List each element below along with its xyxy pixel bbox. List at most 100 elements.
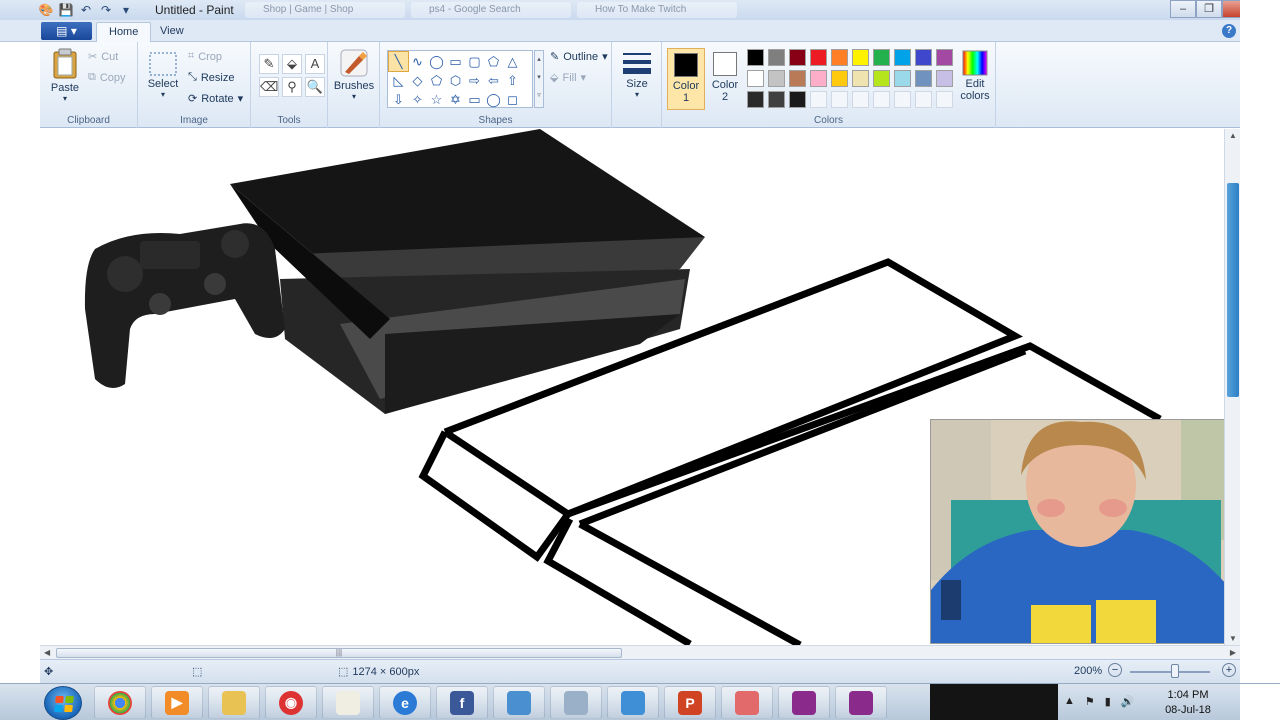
palette-color-swatch[interactable]: [747, 49, 764, 66]
shapes-scroll-icon[interactable]: ▴ ▾ ▿: [534, 50, 544, 108]
zoom-slider-handle[interactable]: [1171, 664, 1179, 678]
start-button[interactable]: [44, 686, 82, 720]
palette-color-swatch[interactable]: [768, 70, 785, 87]
taskbar-snipping-tool-button[interactable]: [721, 686, 773, 719]
palette-custom-slot[interactable]: [936, 91, 953, 108]
maximize-button[interactable]: ❐: [1196, 0, 1222, 18]
zoom-out-button[interactable]: −: [1108, 663, 1122, 677]
color-picker-icon[interactable]: ⚲: [282, 77, 302, 97]
pentagon-shape-icon[interactable]: ⬠: [427, 71, 446, 90]
color2-selector[interactable]: Color 2: [706, 48, 744, 110]
customize-qat-icon[interactable]: ▾: [118, 2, 134, 18]
taskbar-meeting-app-1-button[interactable]: [778, 686, 830, 719]
help-icon[interactable]: ?: [1222, 24, 1236, 38]
magnifier-icon[interactable]: 🔍: [305, 77, 325, 97]
paste-button[interactable]: Paste ▾: [48, 48, 82, 103]
palette-color-swatch[interactable]: [894, 49, 911, 66]
palette-custom-slot[interactable]: [810, 91, 827, 108]
taskbar-powerpoint-button[interactable]: P: [664, 686, 716, 719]
taskbar-chrome-button[interactable]: [94, 686, 146, 719]
clock[interactable]: 1:04 PM 08-Jul-18: [1150, 688, 1226, 718]
cloud-callout-shape-icon[interactable]: ◻: [503, 90, 522, 109]
taskbar-media-player-button[interactable]: ▶: [151, 686, 203, 719]
palette-color-swatch[interactable]: [831, 70, 848, 87]
size-button[interactable]: Size ▾: [618, 50, 656, 99]
undo-icon[interactable]: ↶: [78, 2, 94, 18]
resize-button[interactable]: ⤡ Resize: [188, 71, 234, 84]
palette-color-swatch[interactable]: [747, 70, 764, 87]
horizontal-scrollbar[interactable]: ◀ ||| ▶: [40, 645, 1240, 659]
copy-button[interactable]: ⧉ Copy: [88, 71, 126, 84]
horizontal-scroll-thumb[interactable]: |||: [56, 648, 622, 658]
polygon-shape-icon[interactable]: ⬠: [484, 52, 503, 71]
vertical-scroll-thumb[interactable]: [1227, 183, 1239, 397]
scroll-down-arrow-icon[interactable]: ▼: [1229, 634, 1237, 643]
taskbar-facebook-button[interactable]: f: [436, 686, 488, 719]
pencil-icon[interactable]: ✎: [259, 54, 279, 74]
palette-custom-slot[interactable]: [915, 91, 932, 108]
rectangle-shape-icon[interactable]: ▭: [446, 52, 465, 71]
show-hidden-icons-icon[interactable]: ▲: [1064, 695, 1075, 708]
brushes-button[interactable]: Brushes ▾: [332, 48, 376, 101]
action-center-flag-icon[interactable]: ⚑: [1085, 695, 1095, 708]
eraser-icon[interactable]: ⌫: [259, 77, 279, 97]
palette-color-swatch[interactable]: [810, 49, 827, 66]
four-point-star-shape-icon[interactable]: ✧: [408, 90, 427, 109]
palette-custom-slot[interactable]: [873, 91, 890, 108]
palette-custom-slot[interactable]: [894, 91, 911, 108]
taskbar-calculator-button[interactable]: [550, 686, 602, 719]
tab-view[interactable]: View: [148, 22, 196, 43]
taskbar-file-explorer-button[interactable]: [208, 686, 260, 719]
paint-app-icon[interactable]: 🎨: [38, 2, 54, 18]
triangle-shape-icon[interactable]: △: [503, 52, 522, 71]
palette-color-swatch[interactable]: [747, 91, 764, 108]
palette-color-swatch[interactable]: [768, 91, 785, 108]
taskbar-meeting-app-2-button[interactable]: [835, 686, 887, 719]
zoom-slider-track[interactable]: [1130, 671, 1210, 673]
scroll-left-arrow-icon[interactable]: ◀: [44, 648, 50, 657]
palette-color-swatch[interactable]: [852, 70, 869, 87]
scroll-up-arrow-icon[interactable]: ▲: [1229, 131, 1237, 140]
fill-bucket-icon[interactable]: ⬙: [282, 54, 302, 74]
taskbar-photo-viewer-button[interactable]: [607, 686, 659, 719]
diamond-shape-icon[interactable]: ◇: [408, 71, 427, 90]
paint-menu-button[interactable]: ▤ ▾: [41, 22, 92, 40]
save-icon[interactable]: 💾: [58, 2, 74, 18]
select-button[interactable]: Select ▾: [146, 52, 180, 99]
cut-button[interactable]: ✂ Cut: [88, 50, 118, 64]
palette-color-swatch[interactable]: [789, 70, 806, 87]
crop-button[interactable]: ⌗ Crop: [188, 50, 222, 63]
taskbar-paint-button[interactable]: [322, 686, 374, 719]
palette-color-swatch[interactable]: [831, 49, 848, 66]
outline-button[interactable]: ✎ Outline ▾: [550, 50, 608, 64]
scroll-right-arrow-icon[interactable]: ▶: [1230, 648, 1236, 657]
oval-shape-icon[interactable]: ◯: [427, 52, 446, 71]
redo-icon[interactable]: ↷: [98, 2, 114, 18]
palette-color-swatch[interactable]: [915, 49, 932, 66]
palette-color-swatch[interactable]: [873, 70, 890, 87]
volume-icon[interactable]: 🔊: [1121, 695, 1135, 708]
palette-color-swatch[interactable]: [915, 70, 932, 87]
palette-color-swatch[interactable]: [852, 49, 869, 66]
rotate-button[interactable]: ⟳ Rotate ▾: [188, 92, 243, 106]
network-icon[interactable]: ▮: [1105, 695, 1111, 708]
tab-home[interactable]: Home: [96, 22, 152, 43]
zoom-in-button[interactable]: +: [1222, 663, 1236, 677]
vertical-scrollbar[interactable]: ▲ ▼: [1224, 129, 1240, 645]
taskbar-control-panel-button[interactable]: [493, 686, 545, 719]
palette-color-swatch[interactable]: [810, 70, 827, 87]
palette-color-swatch[interactable]: [936, 49, 953, 66]
palette-color-swatch[interactable]: [873, 49, 890, 66]
edit-colors-button[interactable]: Edit colors: [955, 50, 995, 102]
right-arrow-shape-icon[interactable]: ⇨: [465, 71, 484, 90]
right-triangle-shape-icon[interactable]: ◺: [389, 71, 408, 90]
fill-button[interactable]: ⬙ Fill ▾: [550, 71, 586, 85]
minimize-button[interactable]: –: [1170, 0, 1196, 18]
show-desktop-button[interactable]: [1240, 684, 1280, 720]
down-arrow-shape-icon[interactable]: ⇩: [389, 90, 408, 109]
color1-selector[interactable]: Color 1: [667, 48, 705, 110]
five-point-star-shape-icon[interactable]: ☆: [427, 90, 446, 109]
line-shape-icon[interactable]: ╲: [388, 51, 409, 72]
rounded-callout-shape-icon[interactable]: ▭: [465, 90, 484, 109]
palette-color-swatch[interactable]: [936, 70, 953, 87]
